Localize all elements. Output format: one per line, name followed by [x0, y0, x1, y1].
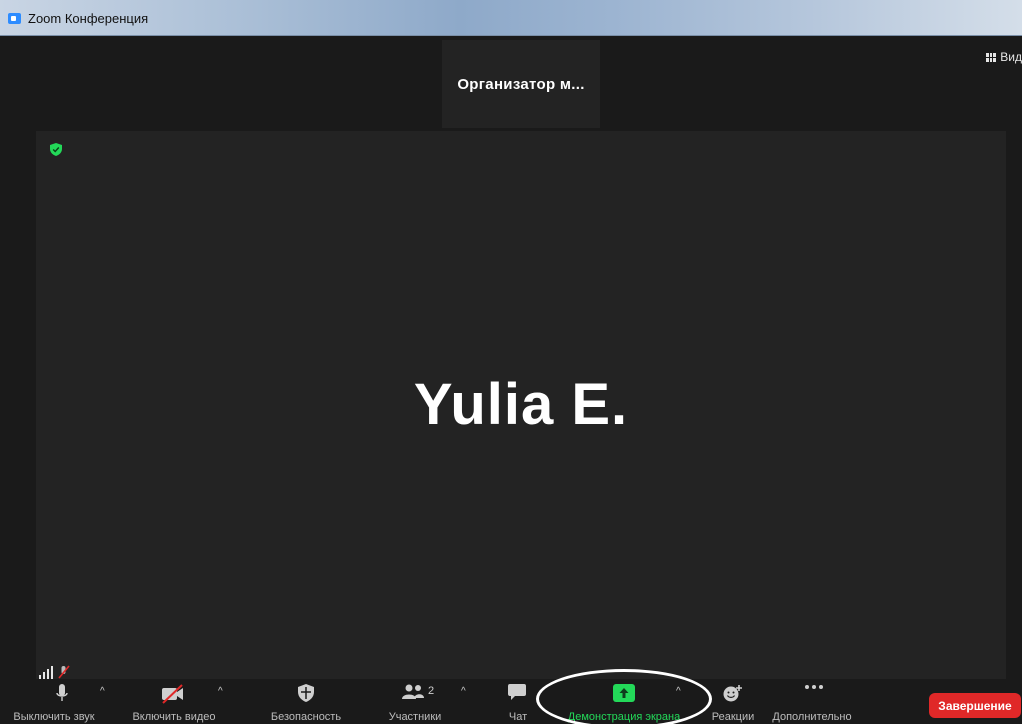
reactions-button[interactable]: Реакции	[704, 680, 762, 724]
more-dots-icon	[805, 685, 823, 689]
start-video-label: Включить видео	[132, 711, 216, 723]
highlight-ellipse-annotation	[536, 669, 712, 724]
active-speaker-tile: Yulia E.	[36, 131, 1006, 679]
meeting-toolbar: Выключить звук ^ Включить видео ^ Безопа…	[0, 680, 1022, 724]
security-button[interactable]: Безопасность	[258, 680, 354, 724]
audio-options-chevron-icon[interactable]: ^	[100, 686, 105, 697]
mute-button[interactable]: Выключить звук	[2, 680, 106, 724]
more-label: Дополнительно	[772, 711, 852, 723]
chat-icon	[508, 684, 526, 700]
reactions-label: Реакции	[711, 711, 755, 723]
window-title: Zoom Конференция	[28, 11, 149, 26]
participant-thumbnail[interactable]: Организатор м...	[442, 40, 600, 128]
video-stage: Организатор м... Вид Yulia E.	[8, 36, 1022, 680]
more-button[interactable]: Дополнительно	[760, 680, 864, 724]
window-titlebar: Zoom Конференция	[0, 0, 1022, 36]
security-label: Безопасность	[270, 711, 342, 723]
participant-name: Yulia E.	[413, 372, 629, 437]
chat-button[interactable]: Чат	[498, 680, 538, 724]
microphone-icon	[56, 684, 68, 701]
grid-icon	[986, 52, 997, 62]
participants-count: 2	[428, 685, 435, 697]
thumbnail-name: Организатор м...	[457, 75, 585, 93]
participants-icon	[402, 684, 424, 699]
shield-icon	[298, 684, 314, 702]
view-button[interactable]: Вид	[986, 50, 1022, 64]
green-shield-icon[interactable]	[50, 143, 62, 156]
view-label: Вид	[1000, 50, 1022, 64]
end-meeting-button[interactable]: Завершение	[929, 693, 1021, 718]
signal-bars-icon	[39, 665, 70, 679]
chat-label: Чат	[508, 711, 528, 723]
video-off-icon	[162, 684, 183, 704]
mic-muted-icon	[58, 665, 70, 679]
participants-label: Участники	[388, 711, 442, 723]
zoom-app-icon	[8, 13, 21, 24]
video-options-chevron-icon[interactable]: ^	[218, 686, 223, 697]
emoji-add-icon	[723, 685, 742, 702]
participants-button[interactable]: 2 Участники	[370, 680, 460, 724]
participants-options-chevron-icon[interactable]: ^	[461, 686, 466, 697]
mute-label: Выключить звук	[13, 711, 95, 723]
start-video-button[interactable]: Включить видео	[122, 680, 226, 724]
